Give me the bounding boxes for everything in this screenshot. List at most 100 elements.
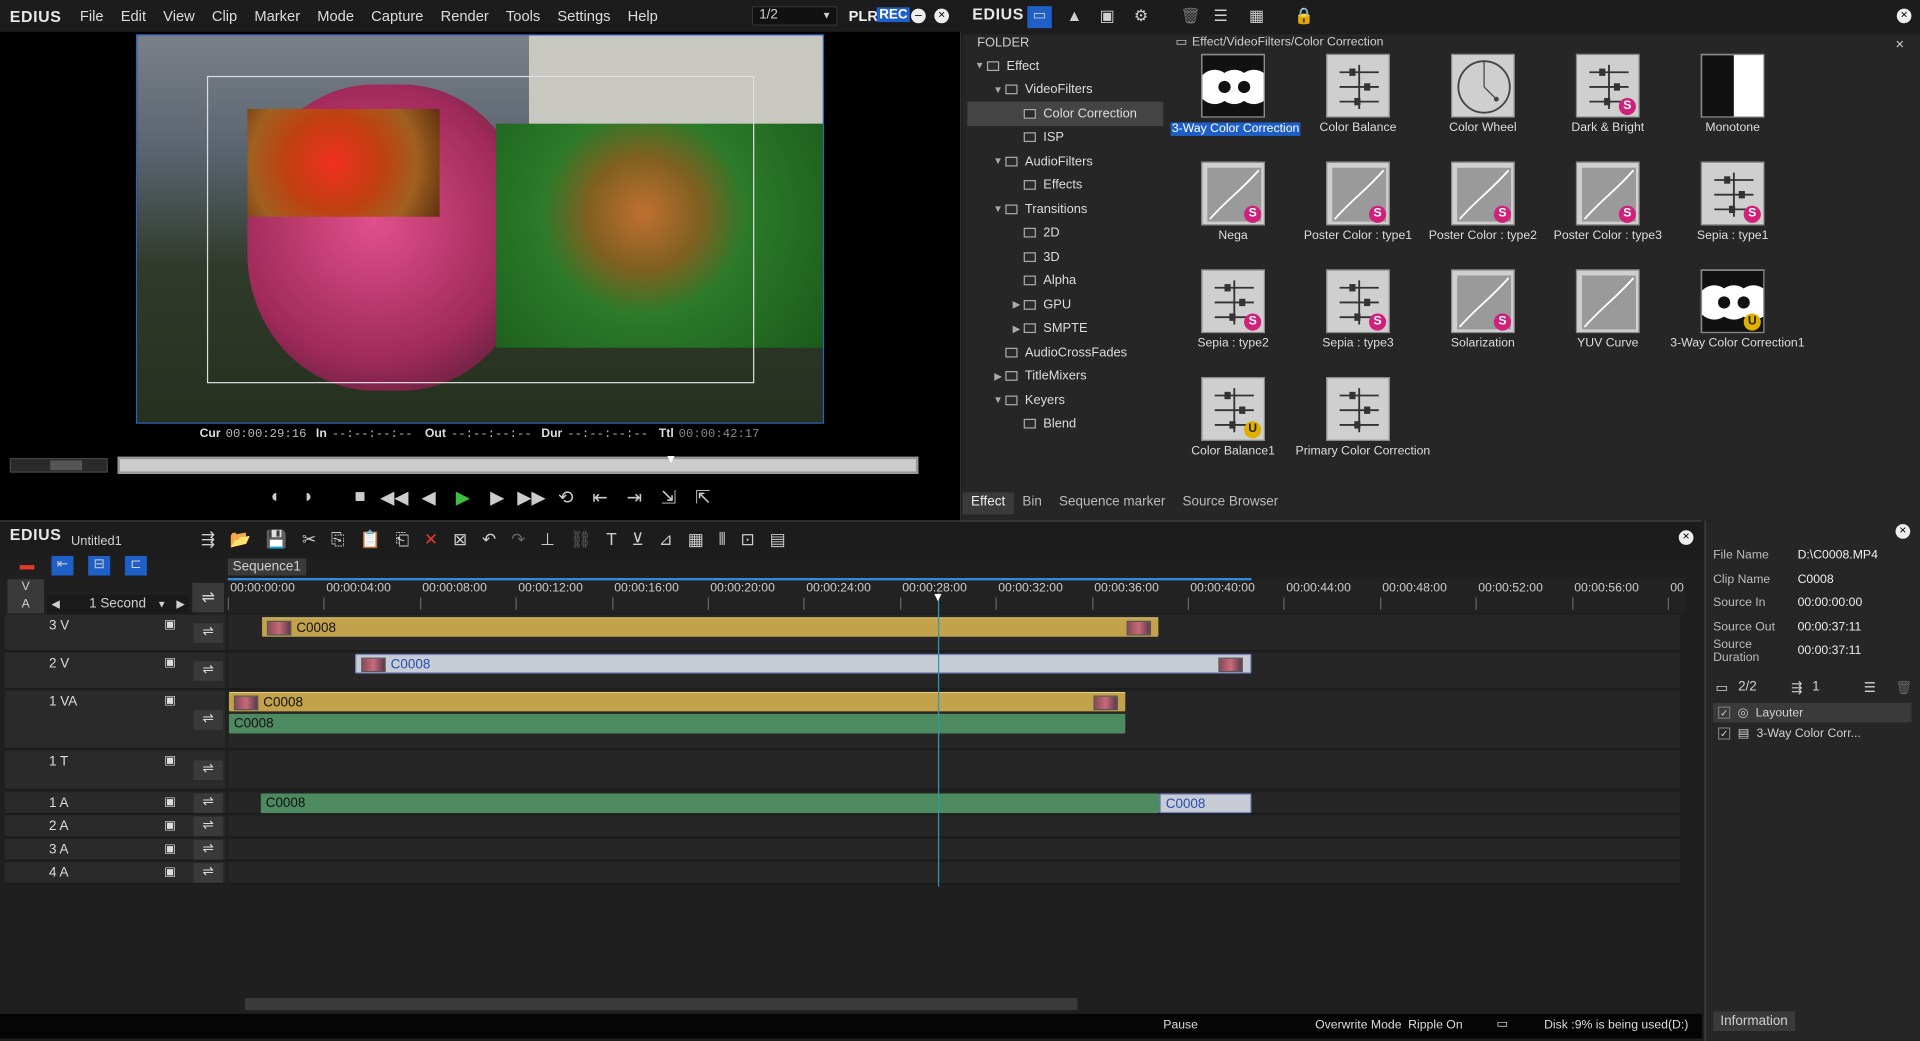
effect-item[interactable]: Monotone	[1670, 53, 1795, 135]
tree-item[interactable]: Color Correction	[967, 101, 1164, 126]
tab-effect[interactable]: Effect	[962, 492, 1014, 515]
set-out-icon[interactable]: ◗	[294, 486, 323, 508]
fast-forward-icon[interactable]: ▶▶	[517, 486, 546, 508]
effect-item[interactable]: Color Wheel	[1420, 53, 1545, 135]
rec-mode-button[interactable]: REC	[876, 7, 911, 23]
sync-icon[interactable]: ⇌	[193, 661, 223, 681]
close-icon[interactable]: ×	[1896, 8, 1912, 24]
ripple-mode-icon[interactable]: ⊏	[124, 555, 147, 576]
collapse-arrow-icon[interactable]: ▼	[991, 84, 1006, 95]
effect-item[interactable]: S Dark & Bright	[1545, 53, 1670, 135]
insert-icon[interactable]: ⇤	[585, 486, 614, 508]
set-in-icon[interactable]: ◖	[260, 486, 289, 508]
folder-view-icon[interactable]: ▭	[1027, 6, 1052, 29]
timeline-clip[interactable]: C0008	[228, 691, 1126, 712]
delete-icon[interactable]: 🗑	[1180, 6, 1200, 26]
track-header[interactable]: 1 A ▣ ⇌	[4, 792, 226, 815]
toggle-icon[interactable]: ▣	[164, 694, 176, 707]
shuttle-slider[interactable]	[9, 457, 108, 473]
track-header[interactable]: 2 A ▣ ⇌	[4, 815, 226, 838]
toggle-icon[interactable]: ▣	[164, 819, 176, 832]
overwrite-icon[interactable]: ⇥	[620, 486, 649, 508]
collapse-arrow-icon[interactable]: ▼	[972, 60, 987, 71]
close-icon[interactable]: ×	[1896, 36, 1905, 53]
sync-icon[interactable]: ⇌	[193, 840, 223, 860]
effect-item[interactable]: Primary Color Correction	[1296, 377, 1430, 458]
export-icon[interactable]: ⇱	[688, 486, 717, 508]
checkbox-icon[interactable]: ✓	[1717, 727, 1731, 740]
sync-lock-icon[interactable]: ⊟	[88, 555, 111, 576]
stop-icon[interactable]: ■	[345, 486, 374, 508]
tree-item[interactable]: ▼ Keyers	[967, 388, 1163, 412]
audio-mixer-icon[interactable]: ⫴	[719, 529, 726, 550]
expand-arrow-icon[interactable]: ▶	[1009, 299, 1024, 310]
menu-settings[interactable]: Settings	[549, 7, 619, 24]
track-header[interactable]: 4 A ▣ ⇌	[4, 862, 226, 885]
tab-source-browser[interactable]: Source Browser	[1174, 492, 1287, 514]
toggle-icon[interactable]: ▣	[164, 618, 176, 631]
tree-item[interactable]: ▼ Transitions	[967, 197, 1163, 221]
tree-item[interactable]: Blend	[967, 412, 1163, 436]
effect-item[interactable]: S Solarization	[1420, 269, 1545, 350]
tree-item[interactable]: ▼ Effect	[967, 54, 1163, 78]
step-back-icon[interactable]: ◀	[414, 486, 443, 508]
tree-item[interactable]: ▶ TitleMixers	[967, 364, 1163, 388]
menu-view[interactable]: View	[155, 7, 204, 24]
save-project-icon[interactable]: 💾	[266, 529, 287, 550]
sync-icon[interactable]: ⇌	[193, 710, 223, 730]
list-icon[interactable]: ☰	[1864, 679, 1876, 695]
sync-icon[interactable]: ⇌	[193, 863, 223, 883]
storyboard-icon[interactable]: ▤	[770, 529, 786, 550]
collapse-arrow-icon[interactable]: ▼	[991, 395, 1006, 406]
plr-mode-button[interactable]: PLR	[849, 7, 878, 24]
timeline-clip[interactable]: C0008	[262, 617, 1159, 637]
menu-clip[interactable]: Clip	[203, 7, 245, 24]
tree-item[interactable]: 3D	[967, 245, 1163, 269]
va-toggle[interactable]: VA	[7, 579, 45, 614]
toggle-icon[interactable]: ▣	[164, 796, 176, 809]
track-lane[interactable]	[227, 815, 1681, 838]
track-lane[interactable]	[227, 750, 1681, 790]
shuttle-handle[interactable]	[50, 460, 83, 471]
timeline-ruler[interactable]: 00:00:00:00 00:00:04:00 00:00:08:00 00:00:1…	[227, 577, 1685, 613]
track-header[interactable]: 2 V ▣ ⇌	[4, 652, 226, 690]
grid-view-icon[interactable]: ▦	[1249, 6, 1264, 26]
collapse-arrow-icon[interactable]: ▼	[991, 156, 1006, 167]
paste-icon[interactable]: 📋	[359, 529, 380, 550]
timeline-clip[interactable]: C0008	[228, 713, 1126, 734]
title-icon[interactable]: T	[606, 529, 616, 550]
expand-arrow-icon[interactable]: ▶	[991, 371, 1006, 382]
ripple-delete-icon[interactable]: ⊠	[453, 529, 467, 550]
step-forward-icon[interactable]: ▶	[482, 486, 511, 508]
effect-item[interactable]: S Poster Color : type2	[1420, 161, 1545, 242]
tree-item[interactable]: ▶ SMPTE	[967, 317, 1163, 341]
toggle-icon[interactable]: ▣	[164, 842, 176, 855]
horizontal-scrollbar[interactable]	[244, 997, 1078, 1011]
toggle-icon[interactable]: ▣	[164, 656, 176, 669]
track-header[interactable]: 1 VA ▣ ⇌	[4, 690, 226, 750]
cut-icon[interactable]: ✂	[302, 529, 316, 550]
up-folder-icon[interactable]: ▲	[1067, 6, 1083, 24]
sequence-tab[interactable]: Sequence1	[227, 558, 306, 576]
chevron-left-icon[interactable]: ◀	[51, 595, 59, 613]
tree-item[interactable]: Alpha	[967, 269, 1163, 293]
list-view-icon[interactable]: ☰	[1213, 6, 1227, 26]
menu-tools[interactable]: Tools	[497, 7, 548, 24]
track-insert-icon[interactable]: ▬	[17, 556, 37, 573]
layer-row[interactable]: ✓ ◎ Layouter	[1713, 702, 1912, 723]
track-header[interactable]: 3 A ▣ ⇌	[4, 838, 226, 861]
timeline-clip[interactable]: C0008	[1159, 793, 1252, 814]
video-preview[interactable]	[135, 34, 825, 424]
toggle-icon[interactable]: ▣	[164, 754, 176, 767]
chevron-right-icon[interactable]: ▶	[176, 595, 184, 613]
position-slider[interactable]	[117, 456, 919, 474]
sync-icon[interactable]: ⇌	[193, 793, 223, 814]
settings-icon[interactable]: ⚙	[1134, 6, 1148, 26]
effect-item[interactable]: S Sepia : type2	[1171, 269, 1296, 350]
close-icon[interactable]: ×	[1895, 524, 1911, 539]
expand-arrow-icon[interactable]: ▶	[1009, 323, 1024, 334]
menu-render[interactable]: Render	[432, 7, 497, 24]
tree-item[interactable]: Effects	[967, 173, 1163, 197]
sync-icon[interactable]: ⇌	[193, 816, 223, 837]
menu-help[interactable]: Help	[619, 7, 666, 24]
